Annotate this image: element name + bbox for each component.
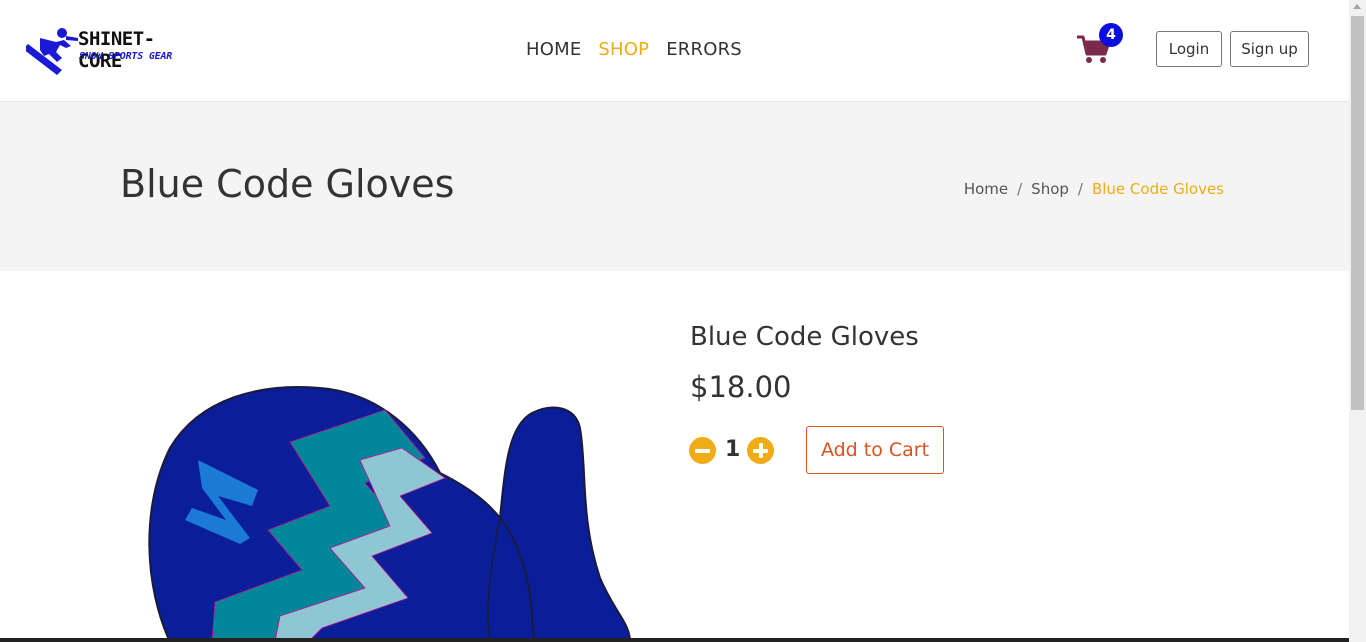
nav-errors[interactable]: ERRORS xyxy=(666,39,742,60)
nav-home[interactable]: HOME xyxy=(526,39,581,60)
page-title-band: Blue Code Gloves Home / Shop / Blue Code Glo… xyxy=(0,102,1349,271)
quantity-increase-button[interactable] xyxy=(747,437,774,464)
mitten-product-image xyxy=(148,386,632,642)
breadcrumb-separator: / xyxy=(1077,180,1083,198)
breadcrumb-shop[interactable]: Shop xyxy=(1031,180,1069,198)
breadcrumb-home[interactable]: Home xyxy=(964,180,1008,198)
breadcrumb: Home / Shop / Blue Code Gloves xyxy=(964,180,1224,198)
signup-button[interactable]: Sign up xyxy=(1230,31,1309,67)
main-nav: HOME SHOP ERRORS xyxy=(526,39,742,60)
breadcrumb-current: Blue Code Gloves xyxy=(1091,180,1224,198)
logo-tagline: SNOW SPORTS GEAR xyxy=(79,51,173,62)
product-name: Blue Code Gloves xyxy=(690,322,919,352)
add-to-cart-button[interactable]: Add to Cart xyxy=(806,426,944,474)
cart-count-badge: 4 xyxy=(1099,23,1123,47)
page-title: Blue Code Gloves xyxy=(120,162,455,206)
product-price: $18.00 xyxy=(690,370,792,404)
quantity-value: 1 xyxy=(725,437,741,462)
scrollbar-thumb[interactable] xyxy=(1351,16,1364,410)
login-button[interactable]: Login xyxy=(1156,31,1222,67)
snowboarder-logo-icon xyxy=(26,28,78,75)
quantity-decrease-button[interactable] xyxy=(689,437,716,464)
nav-shop[interactable]: SHOP xyxy=(598,39,649,60)
logo-title: SHINET-CORE xyxy=(78,28,155,72)
site-logo[interactable]: SHINET-CORE SNOW SPORTS GEAR xyxy=(26,26,198,76)
product-image xyxy=(140,378,640,642)
breadcrumb-separator: / xyxy=(1017,180,1023,198)
scroll-up-arrow-icon[interactable] xyxy=(1353,4,1361,9)
site-header: SHINET-CORE SNOW SPORTS GEAR HOME SHOP E… xyxy=(0,0,1349,102)
window-bottom-edge xyxy=(0,638,1349,642)
